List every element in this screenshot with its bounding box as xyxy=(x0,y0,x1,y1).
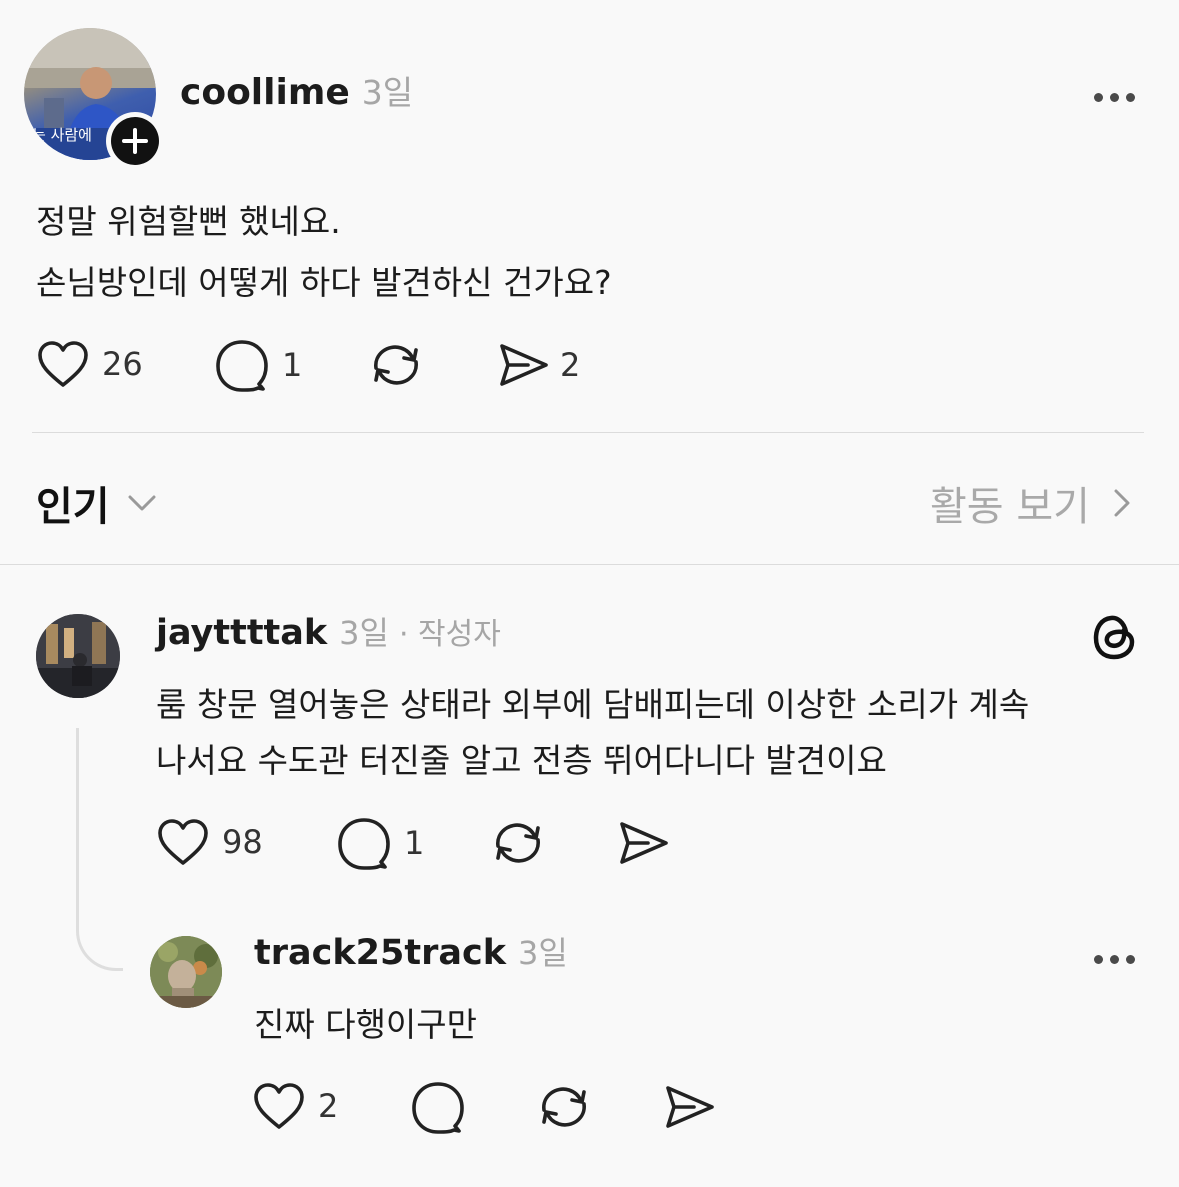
comment-2-reply-button[interactable] xyxy=(410,1080,466,1134)
post-share-count: 2 xyxy=(560,346,581,384)
repost-icon xyxy=(374,345,418,385)
comment-1-body-line-2: 나서요 수도관 터진줄 알고 전층 뛰어다니다 발견이요 xyxy=(156,741,887,780)
post-divider xyxy=(32,432,1144,433)
post-comment-button[interactable]: 1 xyxy=(214,338,302,392)
post-like-button[interactable]: 26 xyxy=(36,339,143,389)
threads-logo-icon[interactable] xyxy=(1090,610,1140,664)
comment-1-like-button[interactable]: 98 xyxy=(156,817,263,867)
avatar-photo xyxy=(150,936,222,1008)
comment-2-repost-button[interactable] xyxy=(536,1080,592,1134)
post-repost-button[interactable] xyxy=(368,338,424,392)
avatar-caption: 는 사람에 xyxy=(32,126,92,144)
comment-1-avatar[interactable] xyxy=(36,614,120,698)
post-body-line-1: 정말 위험할뻔 했네요. xyxy=(36,202,341,241)
post-body-line-2: 손님방인데 어떻게 하다 발견하신 건가요? xyxy=(36,263,612,302)
comment-1-repost-button[interactable] xyxy=(490,816,546,870)
comment-1-share-button[interactable] xyxy=(616,818,670,868)
comment-bubble-icon xyxy=(412,1082,464,1134)
comment-1-username[interactable]: jayttttak xyxy=(156,613,327,653)
heart-icon xyxy=(38,341,88,387)
comment-1-body-line-1: 룸 창문 열어놓은 상태라 외부에 담배피는데 이상한 소리가 계속 xyxy=(156,685,1030,724)
comment-bubble-icon xyxy=(216,340,268,392)
comment-bubble-icon xyxy=(338,818,390,870)
comment-2-like-count: 2 xyxy=(318,1087,339,1125)
sort-dropdown[interactable]: 인기 xyxy=(36,474,160,532)
sort-label: 인기 xyxy=(36,484,110,530)
heart-icon xyxy=(158,819,208,865)
comment-2-time: 3일 xyxy=(517,934,568,972)
send-icon xyxy=(620,822,668,864)
comment-2-avatar[interactable] xyxy=(150,936,222,1008)
chevron-down-icon xyxy=(128,495,156,511)
post-time: 3일 xyxy=(361,73,414,112)
comment-2-body-line-1: 진짜 다행이구만 xyxy=(254,1005,478,1044)
comment-1-like-count: 98 xyxy=(222,823,263,861)
send-icon xyxy=(666,1086,714,1128)
post-share-button[interactable]: 2 xyxy=(496,340,580,390)
send-icon xyxy=(500,344,548,386)
repost-icon xyxy=(496,823,540,863)
comment-2-more-icon[interactable] xyxy=(1094,949,1142,968)
post-username[interactable]: coollime xyxy=(180,72,350,113)
comment-1-reply-count: 1 xyxy=(404,824,425,862)
comment-1-reply-button[interactable]: 1 xyxy=(336,816,424,870)
comment-2-username[interactable]: track25track xyxy=(254,933,506,973)
post-more-icon[interactable] xyxy=(1094,87,1142,106)
post-comment-count: 1 xyxy=(282,346,303,384)
follow-button[interactable] xyxy=(106,112,164,170)
comment-1-time: 3일 xyxy=(339,614,389,652)
thread-connector xyxy=(76,728,123,971)
heart-icon xyxy=(254,1083,304,1129)
comment-2-like-button[interactable]: 2 xyxy=(252,1081,338,1131)
comment-1-author-badge: · 작성자 xyxy=(398,617,501,652)
chevron-right-icon xyxy=(1114,489,1130,517)
activity-link[interactable]: 활동 보기 xyxy=(930,474,1134,532)
plus-icon xyxy=(122,128,148,154)
comment-2-share-button[interactable] xyxy=(662,1082,716,1132)
repost-icon xyxy=(542,1087,586,1127)
section-divider xyxy=(0,564,1179,565)
activity-link-label: 활동 보기 xyxy=(930,484,1090,530)
avatar-photo xyxy=(36,614,120,698)
post-like-count: 26 xyxy=(102,345,143,383)
